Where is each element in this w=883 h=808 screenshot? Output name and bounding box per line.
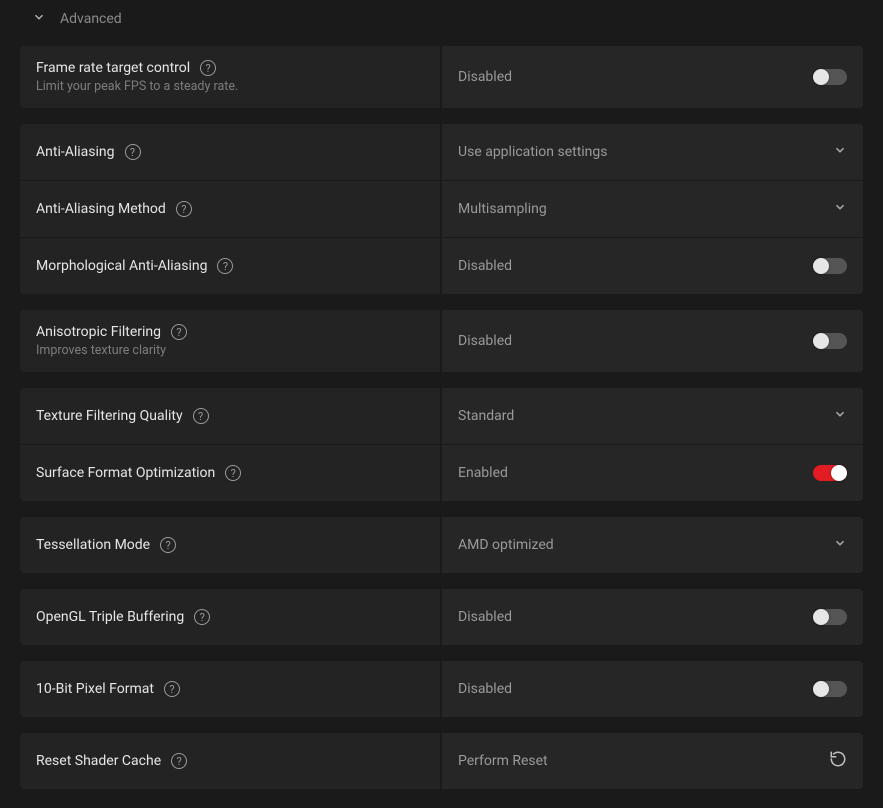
- texture-quality-dropdown[interactable]: Standard: [440, 388, 863, 444]
- chevron-down-icon: [833, 407, 847, 425]
- help-icon[interactable]: ?: [217, 258, 233, 274]
- value-cell: Disabled: [440, 589, 863, 645]
- label-cell: Anti-Aliasing ?: [20, 124, 440, 180]
- help-icon[interactable]: ?: [160, 537, 176, 553]
- label-cell: OpenGL Triple Buffering ?: [20, 589, 440, 645]
- help-icon[interactable]: ?: [164, 681, 180, 697]
- label-cell: Anisotropic Filtering ? Improves texture…: [20, 310, 440, 372]
- value-cell: Disabled: [440, 310, 863, 372]
- chevron-down-icon: [833, 143, 847, 161]
- value-text: AMD optimized: [458, 537, 554, 553]
- row-surface-opt: Surface Format Optimization ? Enabled: [20, 445, 863, 501]
- help-icon[interactable]: ?: [171, 753, 187, 769]
- surface-opt-toggle[interactable]: [813, 465, 847, 481]
- chevron-down-icon: [32, 10, 46, 28]
- section-title: Advanced: [60, 11, 122, 27]
- label-text: 10-Bit Pixel Format: [36, 681, 154, 697]
- label-cell: Anti-Aliasing Method ?: [20, 181, 440, 237]
- aa-method-dropdown[interactable]: Multisampling: [440, 181, 863, 237]
- tessellation-dropdown[interactable]: AMD optimized: [440, 517, 863, 573]
- label-sub: Limit your peak FPS to a steady rate.: [36, 79, 424, 94]
- row-anti-aliasing: Anti-Aliasing ? Use application settings: [20, 124, 863, 181]
- row-ogl-triple: OpenGL Triple Buffering ? Disabled: [20, 589, 863, 645]
- label-text: Tessellation Mode: [36, 537, 150, 553]
- help-icon[interactable]: ?: [194, 609, 210, 625]
- advanced-section-header[interactable]: Advanced: [20, 0, 863, 46]
- value-text: Standard: [458, 408, 514, 424]
- help-icon[interactable]: ?: [225, 465, 241, 481]
- value-text: Disabled: [458, 333, 512, 349]
- frame-rate-toggle[interactable]: [813, 69, 847, 85]
- reset-icon: [829, 750, 847, 772]
- label-cell: Reset Shader Cache ?: [20, 733, 440, 789]
- help-icon[interactable]: ?: [171, 324, 187, 340]
- value-text: Multisampling: [458, 201, 547, 217]
- label-text: Texture Filtering Quality: [36, 408, 183, 424]
- row-tenbit: 10-Bit Pixel Format ? Disabled: [20, 661, 863, 717]
- row-tessellation: Tessellation Mode ? AMD optimized: [20, 517, 863, 573]
- label-text: Reset Shader Cache: [36, 753, 161, 769]
- morph-aa-toggle[interactable]: [813, 258, 847, 274]
- label-cell: Surface Format Optimization ?: [20, 445, 440, 501]
- row-morph-aa: Morphological Anti-Aliasing ? Disabled: [20, 238, 863, 294]
- label-cell: Tessellation Mode ?: [20, 517, 440, 573]
- value-text: Use application settings: [458, 144, 608, 160]
- label-text: Anti-Aliasing: [36, 144, 115, 160]
- value-text: Disabled: [458, 681, 512, 697]
- label-text: OpenGL Triple Buffering: [36, 609, 184, 625]
- help-icon[interactable]: ?: [193, 408, 209, 424]
- value-text: Disabled: [458, 609, 512, 625]
- anti-aliasing-dropdown[interactable]: Use application settings: [440, 124, 863, 180]
- label-cell: 10-Bit Pixel Format ?: [20, 661, 440, 717]
- chevron-down-icon: [833, 200, 847, 218]
- label-cell: Morphological Anti-Aliasing ?: [20, 238, 440, 294]
- chevron-down-icon: [833, 536, 847, 554]
- value-text: Enabled: [458, 465, 508, 481]
- value-text: Disabled: [458, 258, 512, 274]
- label-sub: Improves texture clarity: [36, 343, 424, 358]
- row-shader-cache: Reset Shader Cache ? Perform Reset: [20, 733, 863, 789]
- label-text: Anisotropic Filtering: [36, 324, 161, 340]
- value-text: Perform Reset: [458, 753, 548, 769]
- ogl-triple-toggle[interactable]: [813, 609, 847, 625]
- label-text: Frame rate target control: [36, 60, 190, 76]
- label-text: Anti-Aliasing Method: [36, 201, 166, 217]
- tenbit-toggle[interactable]: [813, 681, 847, 697]
- label-text: Morphological Anti-Aliasing: [36, 258, 207, 274]
- help-icon[interactable]: ?: [200, 60, 216, 76]
- label-text: Surface Format Optimization: [36, 465, 215, 481]
- help-icon[interactable]: ?: [176, 201, 192, 217]
- help-icon[interactable]: ?: [125, 144, 141, 160]
- label-cell: Frame rate target control ? Limit your p…: [20, 46, 440, 108]
- value-cell: Enabled: [440, 445, 863, 501]
- row-anisotropic: Anisotropic Filtering ? Improves texture…: [20, 310, 863, 372]
- value-cell: Disabled: [440, 238, 863, 294]
- row-aa-method: Anti-Aliasing Method ? Multisampling: [20, 181, 863, 238]
- value-text: Disabled: [458, 69, 512, 85]
- label-cell: Texture Filtering Quality ?: [20, 388, 440, 444]
- row-texture-quality: Texture Filtering Quality ? Standard: [20, 388, 863, 445]
- value-cell: Disabled: [440, 46, 863, 108]
- anisotropic-toggle[interactable]: [813, 333, 847, 349]
- row-frame-rate: Frame rate target control ? Limit your p…: [20, 46, 863, 108]
- value-cell: Disabled: [440, 661, 863, 717]
- shader-reset-button[interactable]: Perform Reset: [440, 733, 863, 789]
